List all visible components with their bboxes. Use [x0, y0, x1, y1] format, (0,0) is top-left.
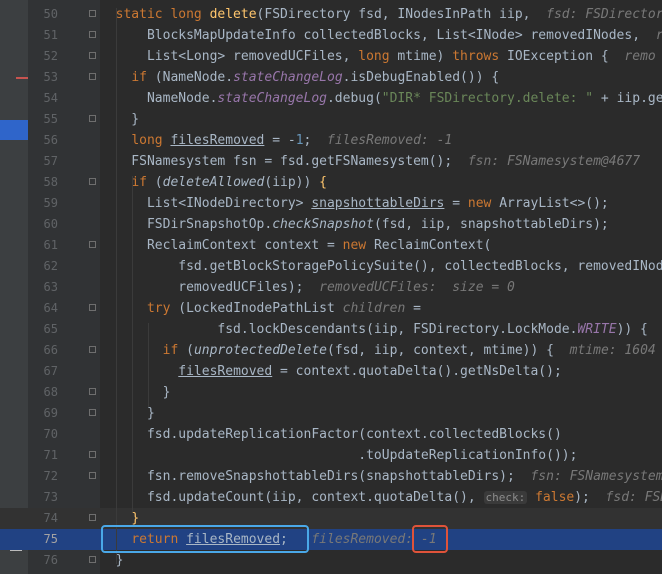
fold-marker-icon[interactable] [89, 556, 96, 563]
fold-marker-icon[interactable] [89, 73, 96, 80]
code-text[interactable]: List<INodeDirectory> snapshottableDirs =… [100, 193, 609, 214]
code-text[interactable]: List<Long> removedUCFiles, long mtime) t… [100, 46, 656, 67]
code-line[interactable]: 64 try (LockedInodePathList children = [0, 298, 662, 319]
code-line[interactable]: 66 if (unprotectedDelete(fsd, iip, conte… [0, 340, 662, 361]
code-line[interactable]: 65 fsd.lockDescendants(iip, FSDirectory.… [0, 319, 662, 340]
code-text[interactable]: static long delete(FSDirectory fsd, INod… [100, 4, 662, 25]
code-line[interactable]: 52 List<Long> removedUCFiles, long mtime… [0, 46, 662, 67]
inline-value-callout [412, 525, 448, 553]
line-number[interactable]: 61 [28, 235, 58, 256]
code-text[interactable]: fsn.removeSnapshottableDirs(snapshottabl… [100, 466, 662, 487]
fold-marker-icon[interactable] [89, 346, 96, 353]
line-number[interactable]: 60 [28, 214, 58, 235]
code-text[interactable]: fsd.updateReplicationFactor(context.coll… [100, 424, 562, 445]
code-line[interactable]: 67 filesRemoved = context.quotaDelta().g… [0, 361, 662, 382]
line-number[interactable]: 71 [28, 445, 58, 466]
code-line[interactable]: 72 fsn.removeSnapshottableDirs(snapshott… [0, 466, 662, 487]
fold-marker-icon[interactable] [89, 304, 96, 311]
line-number[interactable]: 74 [28, 508, 58, 529]
line-number[interactable]: 54 [28, 88, 58, 109]
line-number[interactable]: 73 [28, 487, 58, 508]
code-text[interactable]: fsd.updateCount(iip, context.quotaDelta(… [100, 487, 662, 508]
code-text[interactable]: fsd.lockDescendants(iip, FSDirectory.Loc… [100, 319, 648, 340]
line-number[interactable]: 75 [28, 529, 58, 550]
fold-marker-icon[interactable] [89, 31, 96, 38]
code-text[interactable]: BlocksMapUpdateInfo collectedBlocks, Lis… [100, 25, 662, 46]
code-line[interactable]: 61 ReclaimContext context = new ReclaimC… [0, 235, 662, 256]
line-number[interactable]: 56 [28, 130, 58, 151]
code-line[interactable]: 74 } [0, 508, 662, 529]
code-text[interactable]: removedUCFiles); removedUCFiles: size = … [100, 277, 515, 298]
line-number[interactable]: 67 [28, 361, 58, 382]
line-number[interactable]: 52 [28, 46, 58, 67]
code-text[interactable]: if (deleteAllowed(iip)) { [100, 172, 327, 193]
code-text[interactable]: } [100, 109, 139, 130]
fold-marker-icon[interactable] [89, 52, 96, 59]
code-text[interactable]: fsd.getBlockStoragePolicySuite(), collec… [100, 256, 662, 277]
indent-guide [132, 176, 133, 512]
line-number[interactable]: 57 [28, 151, 58, 172]
code-text[interactable]: ReclaimContext context = new ReclaimCont… [100, 235, 491, 256]
code-line[interactable]: 56 long filesRemoved = -1; filesRemoved:… [0, 130, 662, 151]
code-text[interactable]: } [100, 382, 171, 403]
code-line[interactable]: 68 } [0, 382, 662, 403]
line-number[interactable]: 69 [28, 403, 58, 424]
code-line[interactable]: 55 } [0, 109, 662, 130]
line-number[interactable]: 51 [28, 25, 58, 46]
code-text[interactable]: try (LockedInodePathList children = [100, 298, 421, 319]
code-text[interactable]: FSNamesystem fsn = fsd.getFSNamesystem()… [100, 151, 640, 172]
fold-marker-icon[interactable] [89, 388, 96, 395]
fold-marker-icon[interactable] [89, 10, 96, 17]
line-number[interactable]: 65 [28, 319, 58, 340]
code-text[interactable]: long filesRemoved = -1; filesRemoved: -1 [100, 130, 452, 151]
code-line[interactable]: 60 FSDirSnapshotOp.checkSnapshot(fsd, ii… [0, 214, 662, 235]
line-number[interactable]: 59 [28, 193, 58, 214]
code-line[interactable]: 59 List<INodeDirectory> snapshottableDir… [0, 193, 662, 214]
code-line[interactable]: 75 return filesRemoved; filesRemoved: -1 [0, 529, 662, 550]
code-line[interactable]: 70 fsd.updateReplicationFactor(context.c… [0, 424, 662, 445]
code-line[interactable]: 69 } [0, 403, 662, 424]
code-text[interactable]: NameNode.stateChangeLog.debug("DIR* FSDi… [100, 88, 662, 109]
line-number[interactable]: 62 [28, 256, 58, 277]
code-text[interactable]: } [100, 403, 155, 424]
fold-marker-icon[interactable] [89, 514, 96, 521]
fold-marker-icon[interactable] [89, 241, 96, 248]
code-text[interactable]: if (NameNode.stateChangeLog.isDebugEnabl… [100, 67, 499, 88]
code-line[interactable]: 54 NameNode.stateChangeLog.debug("DIR* F… [0, 88, 662, 109]
line-number[interactable]: 66 [28, 340, 58, 361]
line-number[interactable]: 63 [28, 277, 58, 298]
code-line[interactable]: 71 .toUpdateReplicationInfo()); [0, 445, 662, 466]
indent-guide [116, 8, 117, 564]
fold-marker-icon[interactable] [89, 472, 96, 479]
line-number[interactable]: 50 [28, 4, 58, 25]
code-line[interactable]: 57 FSNamesystem fsn = fsd.getFSNamesyste… [0, 151, 662, 172]
code-line[interactable]: 76 } [0, 550, 662, 571]
line-number[interactable]: 58 [28, 172, 58, 193]
code-line[interactable]: 73 fsd.updateCount(iip, context.quotaDel… [0, 487, 662, 508]
line-number[interactable]: 68 [28, 382, 58, 403]
code-line[interactable]: 51 BlocksMapUpdateInfo collectedBlocks, … [0, 25, 662, 46]
code-line[interactable]: 50 static long delete(FSDirectory fsd, I… [0, 4, 662, 25]
code-text[interactable]: } [100, 550, 124, 571]
line-number[interactable]: 70 [28, 424, 58, 445]
code-line[interactable]: 58 if (deleteAllowed(iip)) { [0, 172, 662, 193]
code-line[interactable]: 53 if (NameNode.stateChangeLog.isDebugEn… [0, 67, 662, 88]
code-text[interactable]: if (unprotectedDelete(fsd, iip, context,… [100, 340, 656, 361]
indent-guide [148, 323, 149, 407]
line-number[interactable]: 64 [28, 298, 58, 319]
return-statement-callout [101, 525, 309, 553]
line-number[interactable]: 76 [28, 550, 58, 571]
code-text[interactable]: FSDirSnapshotOp.checkSnapshot(fsd, iip, … [100, 214, 609, 235]
fold-marker-icon[interactable] [89, 409, 96, 416]
code-text[interactable]: .toUpdateReplicationInfo()); [100, 445, 577, 466]
line-number[interactable]: 53 [28, 67, 58, 88]
fold-marker-icon[interactable] [89, 115, 96, 122]
fold-marker-icon[interactable] [89, 451, 96, 458]
line-number[interactable]: 55 [28, 109, 58, 130]
code-line[interactable]: 62 fsd.getBlockStoragePolicySuite(), col… [0, 256, 662, 277]
code-text[interactable]: filesRemoved = context.quotaDelta().getN… [100, 361, 562, 382]
line-number[interactable]: 72 [28, 466, 58, 487]
code-line[interactable]: 63 removedUCFiles); removedUCFiles: size… [0, 277, 662, 298]
fold-marker-icon[interactable] [89, 178, 96, 185]
